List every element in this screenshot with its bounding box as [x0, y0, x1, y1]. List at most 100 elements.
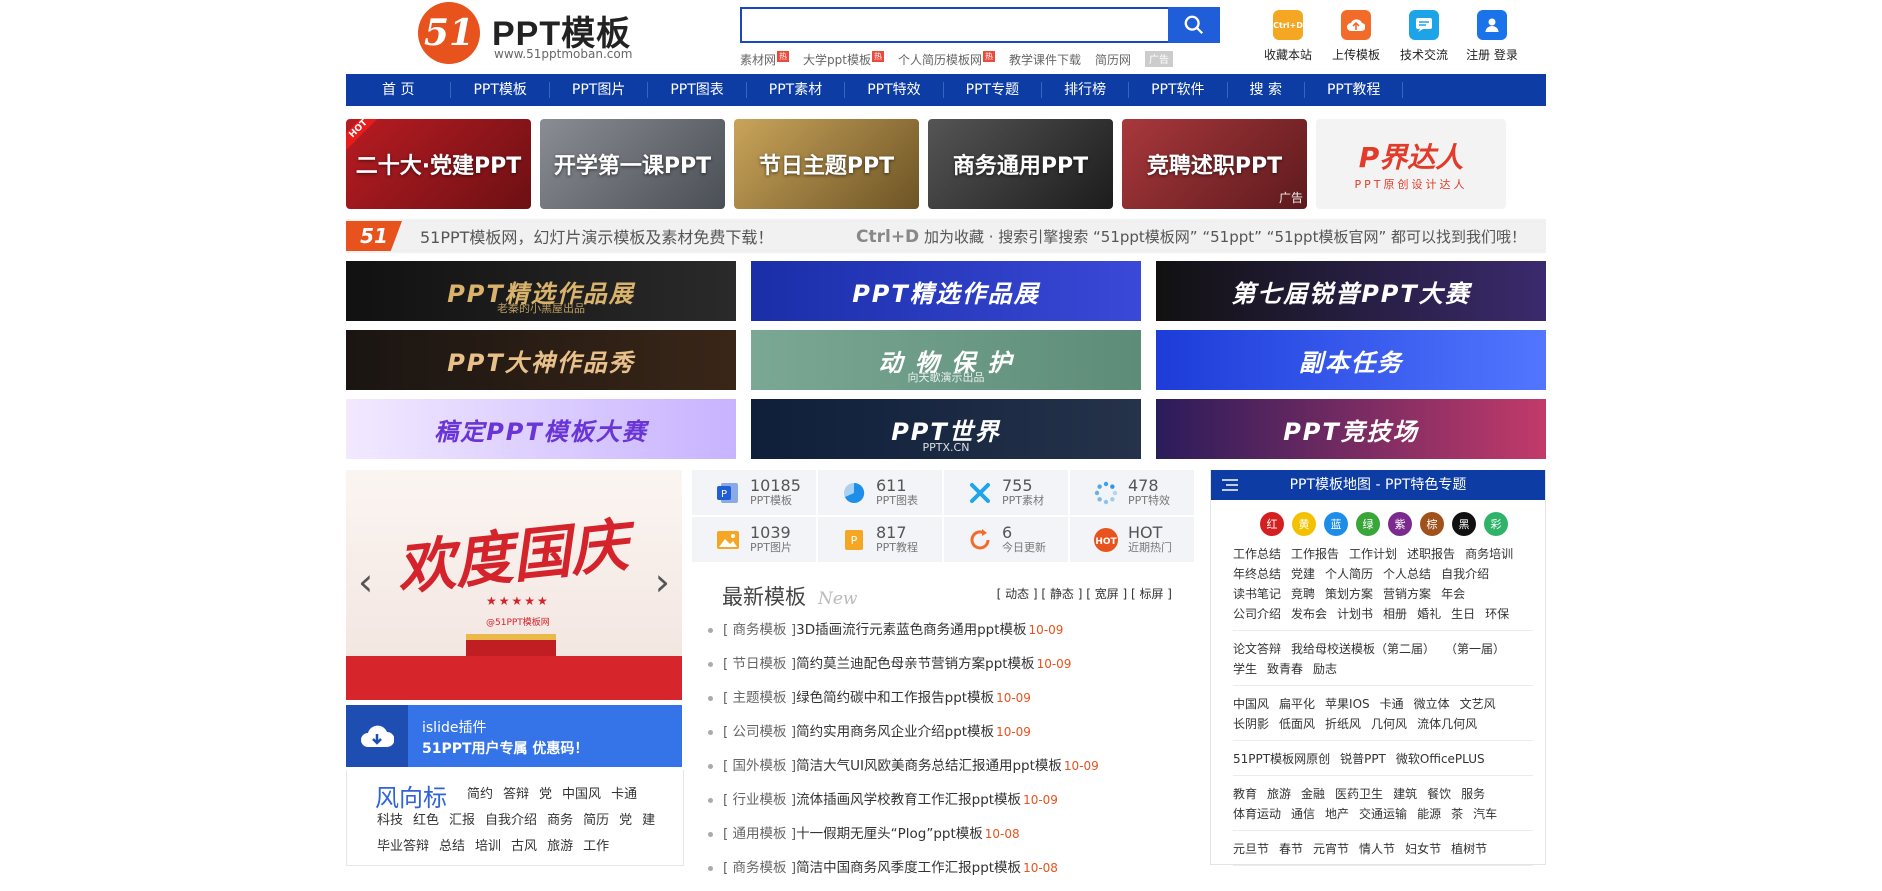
tag-link[interactable]: 妇女节 — [1405, 839, 1441, 859]
tag-link[interactable]: 折纸风 — [1325, 714, 1361, 734]
stat-refresh[interactable]: 6 今日更新 — [944, 517, 1068, 562]
item-category[interactable]: [ 主题模板 ] — [723, 690, 796, 706]
promo-banner[interactable]: 动 物 保 护向天歌演示出品 — [751, 330, 1141, 390]
hot-link[interactable]: 教学课件下载 — [1009, 51, 1081, 67]
item-category[interactable]: [ 通用模板 ] — [723, 826, 796, 842]
nav-item[interactable]: PPT图表 — [648, 82, 747, 98]
trend-tag[interactable]: 自我介绍 — [485, 808, 537, 834]
color-filter[interactable]: 红 — [1260, 512, 1284, 536]
site-logo[interactable]: 51 PPT模板 www.51pptmoban.com — [418, 2, 648, 68]
trend-tag[interactable]: 建 — [642, 808, 655, 834]
search-input[interactable] — [740, 7, 1174, 43]
slider-prev-icon[interactable]: ‹ — [358, 560, 373, 604]
tag-link[interactable]: 植树节 — [1451, 839, 1487, 859]
tag-link[interactable]: 生日 — [1451, 604, 1475, 624]
trend-tag[interactable]: 培训 — [475, 834, 501, 860]
category-tile[interactable]: 竞聘述职PPT 广告 — [1122, 119, 1307, 209]
color-filter[interactable]: 紫 — [1388, 512, 1412, 536]
tag-link[interactable]: 发布会 — [1291, 604, 1327, 624]
tag-link[interactable]: 学生 — [1233, 659, 1257, 679]
tag-link[interactable]: 年终总结 — [1233, 564, 1281, 584]
color-filter[interactable]: 棕 — [1420, 512, 1444, 536]
nav-item[interactable]: 排行榜 — [1042, 82, 1130, 98]
nav-item[interactable]: PPT软件 — [1129, 82, 1228, 98]
tag-link[interactable]: 策划方案 — [1325, 584, 1373, 604]
category-tile[interactable]: 二十大·党建PPT HOT — [346, 119, 531, 209]
trend-tag[interactable]: 旅游 — [547, 834, 573, 860]
list-item[interactable]: [ 商务模板 ]3D插画流行元素蓝色商务通用ppt模板 10-09 — [708, 619, 1188, 653]
trend-tag[interactable]: 简约 — [467, 782, 493, 808]
pjdr-brand-tile[interactable]: P界达人 PPT原创设计达人 — [1316, 119, 1506, 209]
trend-tag[interactable]: 党 — [539, 782, 552, 808]
stat-ppt[interactable]: P 10185 PPT模板 — [692, 470, 816, 515]
item-category[interactable]: [ 行业模板 ] — [723, 792, 796, 808]
tag-link[interactable]: 年会 — [1441, 584, 1465, 604]
tag-link[interactable]: 汽车 — [1473, 804, 1497, 824]
stat-tools[interactable]: 755 PPT素材 — [944, 470, 1068, 515]
nav-item[interactable]: PPT素材 — [747, 82, 846, 98]
color-filter[interactable]: 绿 — [1356, 512, 1380, 536]
promo-banner[interactable]: PPT精选作品展 — [751, 261, 1141, 321]
tag-link[interactable]: 卡通 — [1380, 694, 1404, 714]
tag-link[interactable]: 计划书 — [1337, 604, 1373, 624]
trend-tag[interactable]: 科技 — [377, 808, 403, 834]
hot-link[interactable]: 素材网热 — [740, 51, 790, 67]
stat-book[interactable]: P 817 PPT教程 — [818, 517, 942, 562]
tag-link[interactable]: 建筑 — [1393, 784, 1417, 804]
trend-tag[interactable]: 古风 — [511, 834, 537, 860]
ad-label[interactable]: 广告 — [1145, 51, 1174, 67]
trend-tag[interactable]: 简历 — [583, 808, 609, 834]
tag-link[interactable]: 竞聘 — [1291, 584, 1315, 604]
item-title[interactable]: 绿色简约碳中和工作报告ppt模板 — [796, 690, 994, 706]
tag-link[interactable]: 相册 — [1383, 604, 1407, 624]
slider-next-icon[interactable]: › — [655, 560, 670, 604]
tag-link[interactable]: 元旦节 — [1233, 839, 1269, 859]
tag-link[interactable]: 个人简历 — [1325, 564, 1373, 584]
tag-link[interactable]: 元宵节 — [1313, 839, 1349, 859]
item-title[interactable]: 流体插画风学校教育工作汇报ppt模板 — [796, 792, 1021, 808]
item-category[interactable]: [ 节日模板 ] — [723, 656, 796, 672]
tool-chat[interactable]: 技术交流 — [1390, 10, 1458, 66]
tag-link[interactable]: 几何风 — [1371, 714, 1407, 734]
trend-tag[interactable]: 党 — [619, 808, 632, 834]
item-category[interactable]: [ 商务模板 ] — [723, 622, 796, 638]
tag-link[interactable]: 春节 — [1279, 839, 1303, 859]
list-item[interactable]: [ 商务模板 ]简洁中国商务风季度工作汇报ppt模板 10-08 — [708, 857, 1188, 891]
nav-item[interactable]: 首 页 — [346, 82, 452, 98]
hot-link[interactable]: 大学ppt模板热 — [803, 51, 884, 67]
tag-link[interactable]: 旅游 — [1267, 784, 1291, 804]
trend-tag[interactable]: 答辩 — [503, 782, 529, 808]
tag-link[interactable]: 微立体 — [1414, 694, 1450, 714]
tag-link[interactable]: 流体几何风 — [1417, 714, 1477, 734]
item-title[interactable]: 十一假期无厘头“Plog”ppt模板 — [796, 826, 983, 842]
stat-image[interactable]: 1039 PPT图片 — [692, 517, 816, 562]
tag-link[interactable]: 餐饮 — [1427, 784, 1451, 804]
tag-link[interactable]: （第一届） — [1445, 639, 1505, 659]
tag-link[interactable]: 励志 — [1313, 659, 1337, 679]
tag-link[interactable]: 长阴影 — [1233, 714, 1269, 734]
promo-banner[interactable]: 第七届锐普PPT大赛 — [1156, 261, 1546, 321]
tag-link[interactable]: 医药卫生 — [1335, 784, 1383, 804]
tag-link[interactable]: 教育 — [1233, 784, 1257, 804]
tag-link[interactable]: 公司介绍 — [1233, 604, 1281, 624]
hot-link[interactable]: 个人简历模板网热 — [898, 51, 995, 67]
item-title[interactable]: 简约实用商务风企业介绍ppt模板 — [796, 724, 994, 740]
tag-link[interactable]: 文艺风 — [1460, 694, 1496, 714]
tag-link[interactable]: 工作总结 — [1233, 544, 1281, 564]
hot-link[interactable]: 简历网 — [1095, 51, 1131, 67]
item-title[interactable]: 简洁大气UI风欧美商务总结汇报通用ppt模板 — [796, 758, 1062, 774]
promo-banner[interactable]: PPT竞技场 — [1156, 399, 1546, 459]
tag-link[interactable]: 苹果IOS — [1325, 694, 1370, 714]
tool-upload[interactable]: 上传模板 — [1322, 10, 1390, 66]
stat-pie-chart[interactable]: 611 PPT图表 — [818, 470, 942, 515]
list-item[interactable]: [ 国外模板 ]简洁大气UI风欧美商务总结汇报通用ppt模板 10-09 — [708, 755, 1188, 789]
tag-link[interactable]: 致青春 — [1267, 659, 1303, 679]
tag-link[interactable]: 述职报告 — [1407, 544, 1455, 564]
tag-link[interactable]: 党建 — [1291, 564, 1315, 584]
islide-promo[interactable]: islide插件 51PPT用户专属 优惠码！ — [346, 705, 682, 767]
promo-banner[interactable]: 稿定PPT模板大赛 — [346, 399, 736, 459]
item-category[interactable]: [ 商务模板 ] — [723, 860, 796, 876]
tag-link[interactable]: 锐普PPT — [1340, 749, 1386, 769]
tag-link[interactable]: 自我介绍 — [1441, 564, 1489, 584]
list-item[interactable]: [ 公司模板 ]简约实用商务风企业介绍ppt模板 10-09 — [708, 721, 1188, 755]
